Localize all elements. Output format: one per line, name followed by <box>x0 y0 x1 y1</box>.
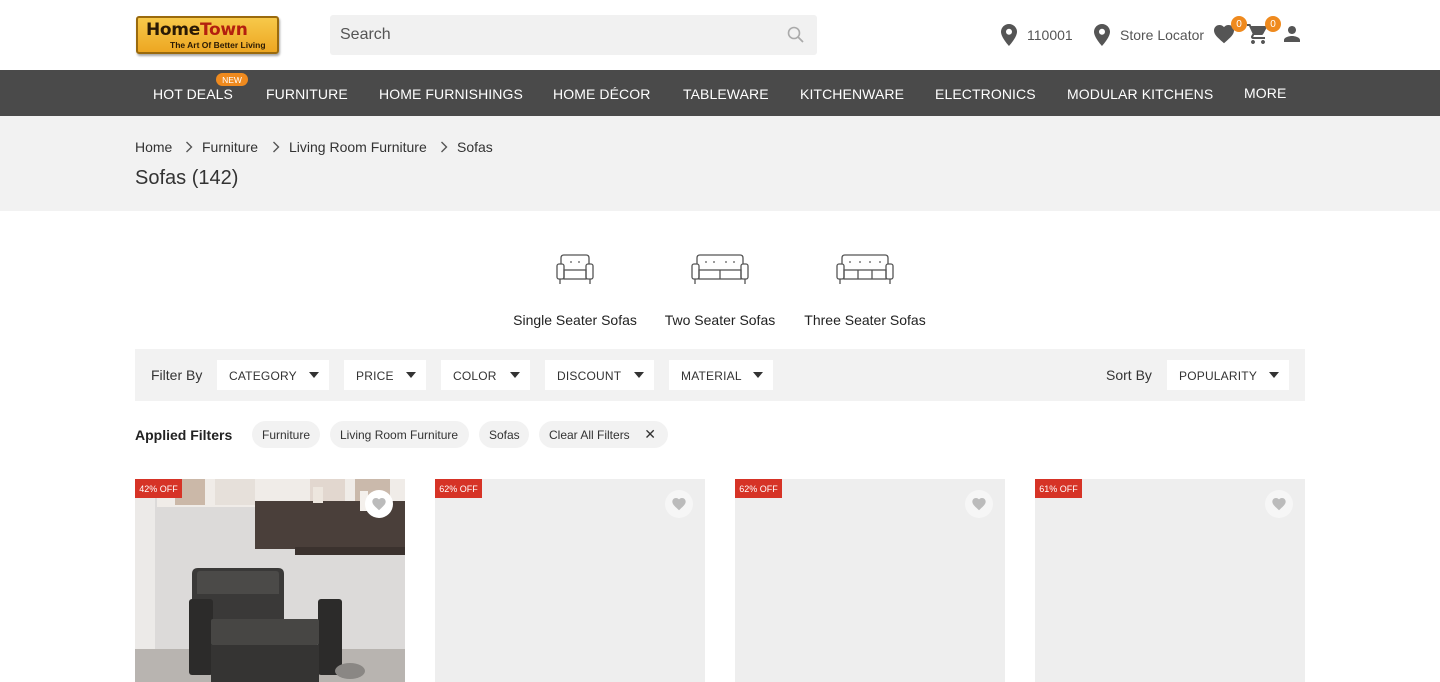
product-card[interactable]: 42% OFF <box>135 479 405 682</box>
pincode-text: 110001 <box>1027 27 1073 43</box>
search-bar <box>330 15 817 55</box>
category-single-seater[interactable]: Single Seater Sofas <box>510 252 640 328</box>
category-label: Three Seater Sofas <box>804 312 926 328</box>
breadcrumb-living-room[interactable]: Living Room Furniture <box>289 139 427 155</box>
caret-down-icon <box>1269 372 1279 378</box>
discount-badge: 62% OFF <box>735 479 782 498</box>
product-card[interactable]: 62% OFF <box>435 479 705 682</box>
category-label: Single Seater Sofas <box>513 312 637 328</box>
chevron-right-icon <box>273 141 280 153</box>
wishlist-toggle[interactable] <box>665 490 693 518</box>
heart-icon <box>972 498 986 511</box>
nav-item-more[interactable]: MORE <box>1244 85 1286 101</box>
breadcrumb-furniture[interactable]: Furniture <box>202 139 258 155</box>
nav-item-electronics[interactable]: ELECTRONICS <box>935 86 1036 102</box>
caret-down-icon <box>634 372 644 378</box>
user-icon <box>1284 26 1300 42</box>
logo-wordmark: HomeTown <box>146 20 248 40</box>
cart-button[interactable]: 0 <box>1246 16 1281 48</box>
filter-dropdown-color[interactable]: COLOR <box>441 360 530 390</box>
category-three-seater[interactable]: Three Seater Sofas <box>800 252 930 328</box>
nav-item-home-furnishings[interactable]: HOME FURNISHINGS <box>379 86 523 102</box>
wishlist-button[interactable]: 0 <box>1212 16 1247 48</box>
wishlist-toggle[interactable] <box>1265 490 1293 518</box>
single-seater-sofa-icon <box>556 254 594 284</box>
nav-item-home-decor[interactable]: HOME DÉCOR <box>553 86 650 102</box>
location-pin-icon <box>1094 24 1110 46</box>
page-title: Sofas (142) <box>135 167 239 189</box>
filter-dropdown-discount[interactable]: DISCOUNT <box>545 360 654 390</box>
pincode-selector[interactable]: 110001 <box>1001 22 1073 48</box>
filter-chip-sofas[interactable]: Sofas <box>479 421 529 448</box>
filter-chip-furniture[interactable]: Furniture <box>252 421 320 448</box>
filter-by-label: Filter By <box>151 367 203 383</box>
hometown-logo[interactable]: HomeTown The Art Of Better Living <box>136 16 279 54</box>
applied-filters-label: Applied Filters <box>135 427 233 443</box>
chevron-right-icon <box>186 141 193 153</box>
filter-dropdown-price[interactable]: PRICE <box>344 360 426 390</box>
filter-dropdown-category[interactable]: CATEGORY <box>217 360 329 390</box>
search-icon[interactable] <box>786 25 806 45</box>
breadcrumb-section: Home Furniture Living Room Furniture Sof… <box>0 116 1440 211</box>
filter-chip-living-room[interactable]: Living Room Furniture <box>330 421 469 448</box>
nav-item-modular-kitchens[interactable]: MODULAR KITCHENS <box>1067 86 1213 102</box>
chevron-right-icon <box>441 141 448 153</box>
new-badge: NEW <box>216 73 248 86</box>
caret-down-icon <box>510 372 520 378</box>
filter-dropdown-material[interactable]: MATERIAL <box>669 360 773 390</box>
caret-down-icon <box>309 372 319 378</box>
store-locator-link[interactable]: Store Locator <box>1094 22 1204 48</box>
cart-count-badge: 0 <box>1265 16 1281 32</box>
product-card[interactable]: 62% OFF <box>735 479 1005 682</box>
caret-down-icon <box>406 372 416 378</box>
clear-all-filters-button[interactable]: Clear All Filters ✕ <box>539 421 668 448</box>
product-card[interactable]: 61% OFF <box>1035 479 1305 682</box>
two-seater-sofa-icon <box>691 254 749 284</box>
sort-dropdown[interactable]: POPULARITY <box>1167 360 1289 390</box>
search-input[interactable] <box>330 15 770 55</box>
discount-badge: 42% OFF <box>135 479 182 498</box>
nav-item-furniture[interactable]: FURNITURE <box>266 86 348 102</box>
store-locator-label: Store Locator <box>1120 27 1205 43</box>
sort-by-label: Sort By <box>1106 367 1152 383</box>
account-button[interactable] <box>1280 22 1306 48</box>
location-pin-icon <box>1001 24 1017 46</box>
three-seater-sofa-icon <box>836 254 894 284</box>
heart-icon <box>1272 498 1286 511</box>
logo-tagline: The Art Of Better Living <box>170 40 266 50</box>
close-icon: ✕ <box>644 426 656 442</box>
caret-down-icon <box>753 372 763 378</box>
nav-item-hot-deals[interactable]: HOT DEALS <box>153 86 233 102</box>
wishlist-toggle[interactable] <box>965 490 993 518</box>
armchair-product-image <box>135 479 405 682</box>
site-header: HomeTown The Art Of Better Living 110001… <box>0 0 1440 70</box>
discount-badge: 61% OFF <box>1035 479 1082 498</box>
heart-icon <box>672 498 686 511</box>
wishlist-count-badge: 0 <box>1231 16 1247 32</box>
category-two-seater[interactable]: Two Seater Sofas <box>655 252 785 328</box>
wishlist-toggle[interactable] <box>365 490 393 518</box>
nav-item-tableware[interactable]: TABLEWARE <box>683 86 769 102</box>
heart-icon <box>372 498 386 511</box>
breadcrumb-sofas: Sofas <box>457 139 493 155</box>
filter-bar: Filter By CATEGORY PRICE COLOR DISCOUNT … <box>135 349 1305 401</box>
category-label: Two Seater Sofas <box>664 312 776 328</box>
main-navigation: HOT DEALS NEW FURNITURE HOME FURNISHINGS… <box>0 70 1440 116</box>
discount-badge: 62% OFF <box>435 479 482 498</box>
breadcrumb-home[interactable]: Home <box>135 139 172 155</box>
nav-item-kitchenware[interactable]: KITCHENWARE <box>800 86 904 102</box>
